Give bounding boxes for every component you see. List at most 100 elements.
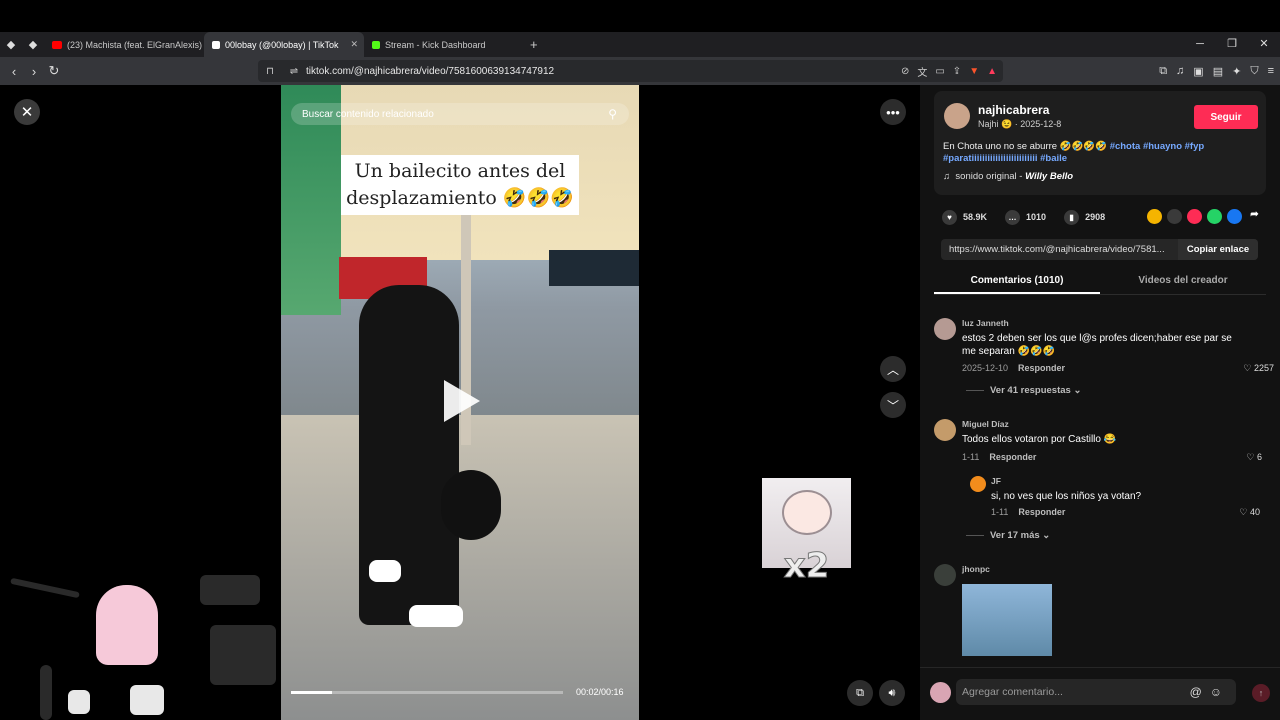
coin-icon[interactable] <box>1147 209 1162 224</box>
volume-icon[interactable]: 🔊︎ <box>879 680 905 706</box>
music-info[interactable]: ♫ sonido original - Willy Bello <box>943 171 1073 182</box>
sticker-text: x2 <box>783 546 830 587</box>
previous-video-button[interactable]: ︿ <box>880 356 906 382</box>
related-search-input[interactable]: Buscar contenido relacionado ⚲ <box>291 103 629 125</box>
mute-icon[interactable]: ⊘ <box>901 66 909 77</box>
side-panel: najhicabrera Najhi 😉 · 2025-12-8 Seguir … <box>920 85 1280 720</box>
brave-shields-icon[interactable]: ▼ <box>969 66 979 77</box>
comment-author[interactable]: luz Janneth <box>962 318 1009 328</box>
engagement-stats: ♥ 58.9K … 1010 ▮ 2908 ➦ <box>942 209 1262 225</box>
tab-creator-videos[interactable]: Videos del creador <box>1100 273 1266 294</box>
view-replies-button[interactable]: Ver 41 respuestas ⌄ <box>966 385 1081 396</box>
comment-author[interactable]: JF <box>991 476 1001 486</box>
video-link[interactable]: https://www.tiktok.com/@najhicabrera/vid… <box>949 244 1165 255</box>
copy-link-button[interactable]: Copiar enlace <box>1178 239 1258 260</box>
heart-icon[interactable]: ♥ <box>942 209 957 225</box>
avatar[interactable] <box>934 564 956 586</box>
view-more-button[interactable]: Ver 17 más ⌄ <box>966 530 1050 541</box>
comment-stat[interactable]: … 1010 <box>1005 209 1046 225</box>
vpn-icon[interactable]: ⛉ <box>1250 65 1258 78</box>
video-player[interactable]: Buscar contenido relacionado ⚲ Un bailec… <box>281 85 639 720</box>
comment-like[interactable]: ♡ 40 <box>1239 507 1260 518</box>
comment-date: 1-11 <box>991 507 1009 517</box>
follow-button[interactable]: Seguir <box>1194 105 1258 129</box>
close-tab-icon[interactable]: ✕ <box>350 39 358 50</box>
avatar[interactable] <box>970 476 986 492</box>
menu-icon[interactable]: ≡ <box>1268 65 1274 77</box>
forward-icon[interactable]: › <box>24 64 44 79</box>
add-comment-bar: Agregar comentario... @☺ ↑ <box>920 667 1280 720</box>
maximize-icon[interactable]: ❐ <box>1216 32 1248 57</box>
address-bar[interactable]: ⊓ ⇌ tiktok.com/@najhicabrera/video/75816… <box>258 60 1003 82</box>
new-tab-button[interactable]: + <box>530 37 538 52</box>
youtube-icon <box>52 40 62 49</box>
floating-player-icon[interactable]: ⧉ <box>847 680 873 706</box>
next-video-button[interactable]: ﹀ <box>880 392 906 418</box>
translate-icon[interactable]: 文 <box>917 64 927 79</box>
reply-button[interactable]: Responder <box>1018 507 1065 517</box>
save-stat[interactable]: ▮ 2908 <box>1064 209 1105 225</box>
comment-image[interactable] <box>962 584 1052 656</box>
site-info-icon[interactable]: ⇌ <box>282 66 306 77</box>
mention-emoji-icons[interactable]: @☺ <box>1190 685 1230 699</box>
music-artist[interactable]: Willy Bello <box>1025 171 1073 182</box>
add-comment-input[interactable]: Agregar comentario... @☺ <box>956 679 1236 705</box>
bookmark-icon[interactable]: ⊓ <box>258 66 282 77</box>
sidebar-icon[interactable]: ▣ <box>1193 65 1203 78</box>
comment-like[interactable]: ♡ 6 <box>1246 452 1262 463</box>
search-icon[interactable]: ⚲ <box>608 107 617 121</box>
video-progress-bar[interactable] <box>291 691 563 694</box>
comment-meta: 1-11 Responder <box>962 452 1036 462</box>
brave-rewards-icon[interactable]: ▲ <box>987 66 997 77</box>
send-to-friends-icon[interactable] <box>1187 209 1202 224</box>
wallet-icon[interactable]: ▤ <box>1213 65 1223 78</box>
close-video-button[interactable]: ✕ <box>14 99 40 125</box>
shield-icon[interactable]: ◆ <box>0 34 22 56</box>
likes-count: 58.9K <box>963 212 988 222</box>
video-subject <box>369 560 401 582</box>
view-replies-label: Ver 41 respuestas <box>990 385 1071 396</box>
like-count: 2257 <box>1253 363 1274 373</box>
hashtag-links[interactable]: #paratiiiiiiiiiiiiiiiiiiiiiiiii #baile <box>943 153 1067 164</box>
share-arrow-icon[interactable]: ➦ <box>1247 209 1262 224</box>
tab-youtube[interactable]: (23) Machista (feat. ElGranAlexis) - V <box>44 32 204 57</box>
facebook-icon[interactable] <box>1227 209 1242 224</box>
cast-icon[interactable]: ▭ <box>935 66 944 77</box>
tab-comments[interactable]: Comentarios (1010) <box>934 273 1100 294</box>
more-options-button[interactable]: ••• <box>880 99 906 125</box>
avatar[interactable] <box>934 419 956 441</box>
music-prefix: sonido original - <box>955 171 1026 182</box>
play-icon[interactable] <box>444 380 480 422</box>
whatsapp-icon[interactable] <box>1207 209 1222 224</box>
share-icons: ➦ <box>1147 209 1262 224</box>
avatar[interactable] <box>944 103 970 129</box>
share-icon[interactable]: ⇪ <box>953 66 961 77</box>
comment-icon[interactable]: … <box>1005 209 1021 225</box>
tab-kick[interactable]: Stream - Kick Dashboard <box>364 32 524 57</box>
avatar[interactable] <box>934 318 956 340</box>
tab-tiktok[interactable]: 00lobay (@00lobay) | TikTok ✕ <box>204 32 364 57</box>
screenshot-icon[interactable]: ⧉ <box>1159 65 1167 78</box>
comment-author[interactable]: jhonpc <box>962 564 990 574</box>
bookmark-icon[interactable]: ▮ <box>1064 209 1080 225</box>
hashtag-links[interactable]: #chota #huayno #fyp <box>1110 141 1205 152</box>
reply-button[interactable]: Responder <box>1018 363 1065 373</box>
embed-icon[interactable] <box>1167 209 1182 224</box>
comment-like[interactable]: ♡ 2257 <box>1243 363 1274 374</box>
window-controls: ─ ❐ ✕ <box>1184 32 1280 57</box>
back-icon[interactable]: ‹ <box>4 64 24 79</box>
close-window-icon[interactable]: ✕ <box>1248 32 1280 57</box>
like-stat[interactable]: ♥ 58.9K <box>942 209 988 225</box>
media-icon[interactable]: ♫ <box>1176 65 1184 77</box>
shield-icon-2[interactable]: ◆ <box>22 34 44 56</box>
creator-username[interactable]: najhicabrera <box>978 103 1049 117</box>
reload-icon[interactable]: ↻ <box>44 63 64 79</box>
comment-author[interactable]: Miguel Díaz <box>962 419 1009 429</box>
url-text[interactable]: tiktok.com/@najhicabrera/video/758160063… <box>306 66 554 77</box>
url-actions: ⊘ 文 ▭ ⇪ ▼ ▲ <box>901 60 997 82</box>
leo-icon[interactable]: ✦ <box>1232 65 1241 78</box>
minimize-icon[interactable]: ─ <box>1184 32 1216 57</box>
send-comment-icon[interactable]: ↑ <box>1252 684 1270 702</box>
tab-title: 00lobay (@00lobay) | TikTok <box>225 39 339 50</box>
reply-button[interactable]: Responder <box>989 452 1036 462</box>
